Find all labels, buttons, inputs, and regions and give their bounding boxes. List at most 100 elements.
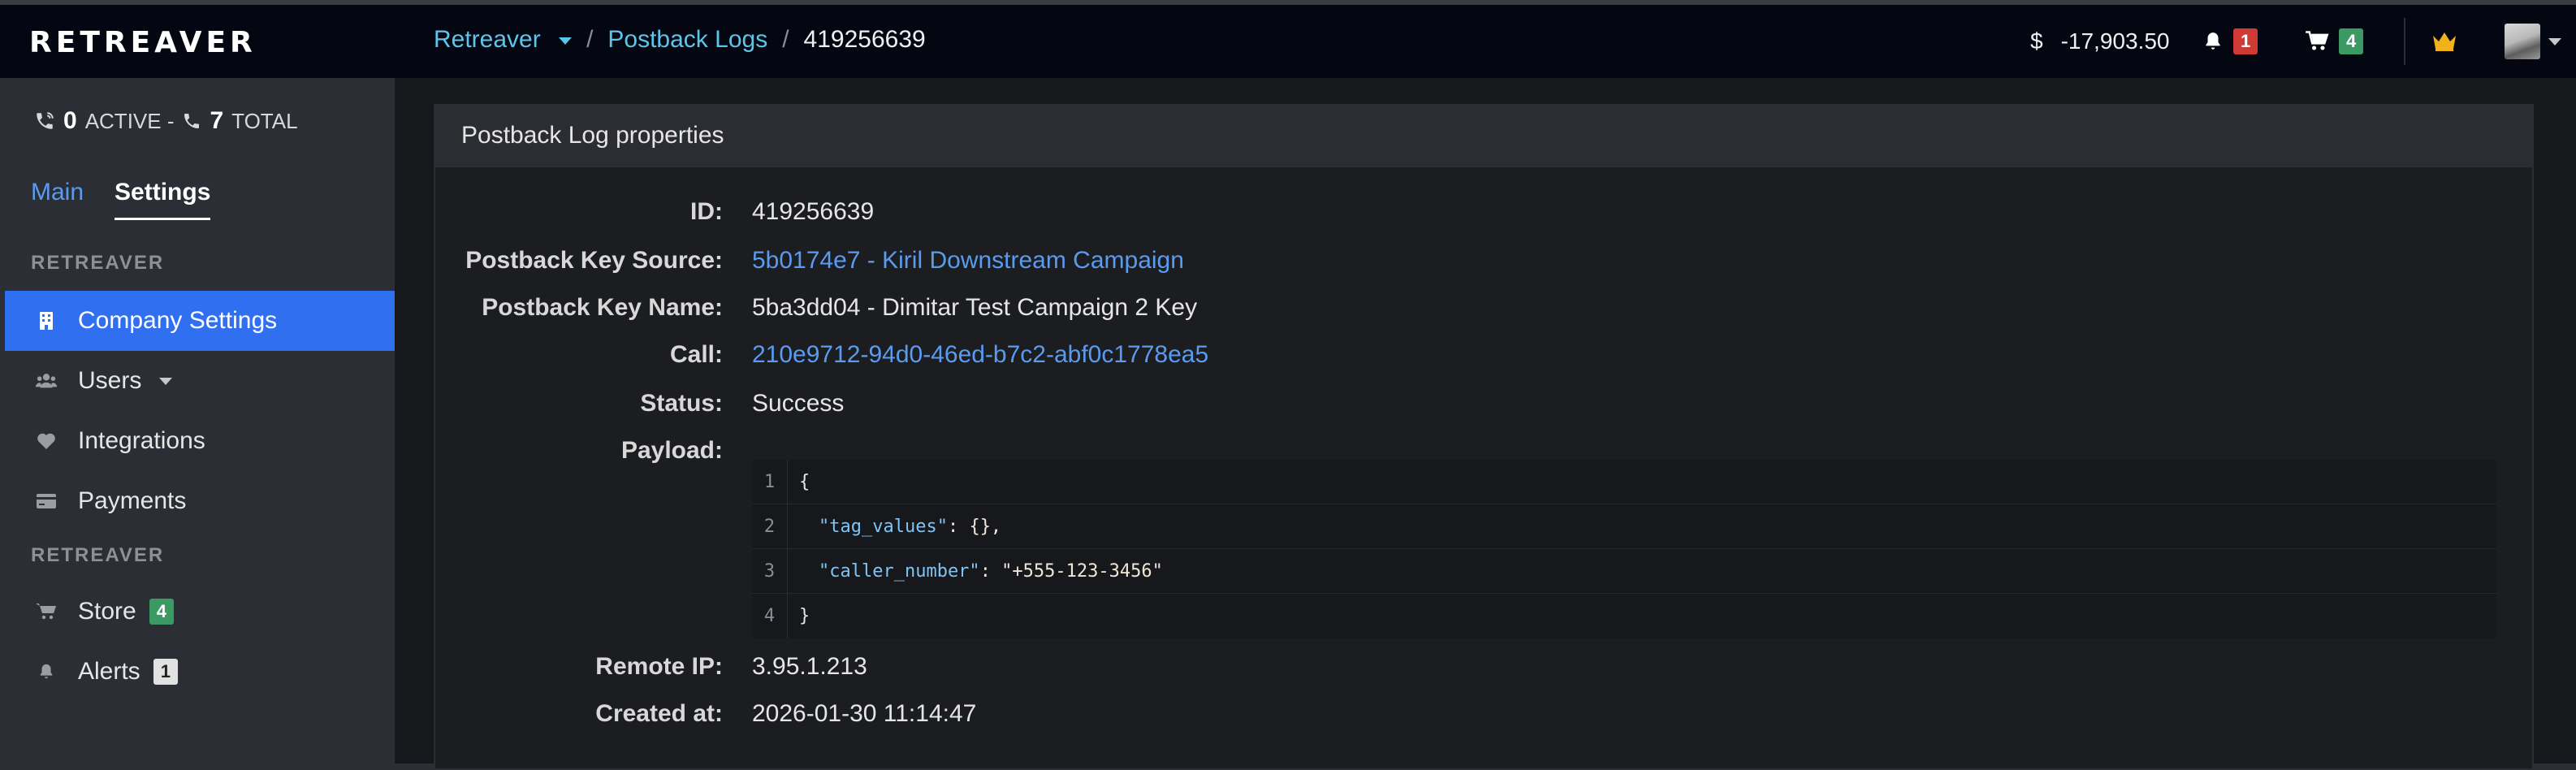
sidebar-item-label: Alerts [78, 658, 140, 685]
payload-code-block[interactable]: 1 { 2 "tag_values": {}, 3 "caller_number… [752, 460, 2496, 638]
code-line: 2 "tag_values": {}, [752, 504, 2496, 549]
navbar-divider [2404, 18, 2405, 65]
postback-log-panel: Postback Log properties ID: 419256639 Po… [434, 104, 2534, 770]
property-value: 3.95.1.213 [752, 653, 867, 680]
breadcrumb-separator: / [586, 26, 594, 53]
chevron-down-icon [159, 377, 173, 385]
code-text: "tag_values": {}, [788, 517, 1001, 537]
account-balance[interactable]: $ -17,903.50 [2030, 5, 2169, 78]
code-line: 4 } [752, 594, 2496, 638]
property-key-source: Postback Key Source: 5b0174e7 - Kiril Do… [435, 247, 1184, 275]
line-number: 4 [752, 594, 788, 638]
sidebar-tabs: Main Settings [31, 179, 211, 220]
breadcrumb-retreaver-label: Retreaver [434, 26, 541, 53]
property-label: ID: [690, 198, 723, 225]
property-value: 2026-01-30 11:14:47 [752, 700, 977, 727]
building-icon [36, 310, 57, 331]
sidebar-item-alerts[interactable]: Alerts 1 [5, 642, 395, 702]
notifications-badge: 1 [2233, 28, 2258, 54]
bell-icon [36, 661, 57, 682]
total-calls-count: 7 [210, 107, 224, 134]
property-id: ID: 419256639 [435, 198, 874, 226]
retreaver-logo[interactable]: RETREAVER [29, 26, 257, 59]
active-calls-count: 0 [63, 107, 77, 134]
section-label-retreaver: RETREAVER [31, 252, 165, 274]
call-link[interactable]: 210e9712-94d0-46ed-b7c2-abf0c1778ea5 [752, 341, 1208, 369]
property-status: Status: Success [435, 390, 844, 417]
sidebar-item-label: Company Settings [78, 307, 278, 334]
balance-value: -17,903.50 [2060, 28, 2170, 54]
call-counter: 0 ACTIVE - 7 TOTAL [34, 107, 298, 135]
bell-icon [2206, 32, 2220, 50]
json-key: "caller_number" [819, 560, 980, 582]
avatar [2505, 24, 2540, 59]
sidebar-item-label: Users [78, 367, 142, 394]
sidebar-item-store[interactable]: Store 4 [5, 582, 395, 642]
status-value: Success [752, 390, 845, 417]
property-key-name: Postback Key Name: 5ba3dd04 - Dimitar Te… [435, 294, 1197, 322]
upgrade-button[interactable] [2431, 5, 2457, 78]
sidebar: 0 ACTIVE - 7 TOTAL Main Settings RETREAV… [5, 78, 395, 764]
property-payload: Payload: [435, 437, 723, 465]
cart-icon [36, 601, 57, 622]
sidebar-item-label: Integrations [78, 427, 205, 454]
property-value: 5ba3dd04 - Dimitar Test Campaign 2 Key [752, 294, 1198, 321]
property-label: Payload: [620, 437, 723, 464]
sidebar-item-company-settings[interactable]: Company Settings [5, 291, 395, 351]
notifications-button[interactable]: 1 [2202, 5, 2258, 78]
property-created-at: Created at: 2026-01-30 11:14:47 [435, 700, 976, 728]
users-icon [36, 370, 57, 391]
key-source-link[interactable]: 5b0174e7 - Kiril Downstream Campaign [752, 247, 1184, 275]
code-text: "caller_number": "+555-123-3456" [788, 561, 1163, 582]
property-remote-ip: Remote IP: 3.95.1.213 [435, 653, 867, 681]
phone-icon [184, 114, 200, 128]
code-line: 1 { [752, 460, 2496, 504]
property-label: Status: [640, 390, 723, 417]
property-call: Call: 210e9712-94d0-46ed-b7c2-abf0c1778e… [435, 341, 1208, 369]
line-number: 2 [752, 504, 788, 548]
property-label: Postback Key Source: [465, 247, 723, 274]
code-line: 3 "caller_number": "+555-123-3456" [752, 549, 2496, 594]
code-text: { [799, 471, 810, 492]
property-label: Created at: [595, 700, 723, 727]
chevron-down-icon [559, 37, 573, 45]
user-menu[interactable] [2505, 5, 2561, 78]
tab-settings[interactable]: Settings [115, 179, 211, 220]
dollar-icon: $ [2030, 28, 2043, 54]
cart-badge: 4 [2339, 28, 2364, 54]
active-calls-label: ACTIVE - [84, 108, 175, 133]
total-calls-label: TOTAL [231, 108, 298, 133]
alerts-badge: 1 [153, 659, 178, 685]
top-navbar: RETREAVER Retreaver / Postback Logs / 41… [0, 5, 2576, 78]
crown-icon [2433, 32, 2456, 51]
sidebar-item-label: Store [78, 598, 136, 625]
property-label: Call: [669, 341, 723, 368]
json-key: "tag_values" [819, 516, 948, 537]
sidebar-item-integrations[interactable]: Integrations [5, 411, 395, 471]
cart-button[interactable]: 4 [2305, 5, 2364, 78]
sidebar-item-label: Payments [78, 487, 187, 514]
credit-card-icon [36, 491, 57, 512]
breadcrumb-current: 419256639 [803, 26, 926, 53]
sidebar-item-users[interactable]: Users [5, 351, 395, 411]
breadcrumb-retreaver[interactable]: Retreaver [434, 26, 573, 54]
breadcrumb-postback-logs[interactable]: Postback Logs [607, 26, 767, 54]
section-label-retreaver: RETREAVER [31, 544, 165, 566]
json-value: : {}, [947, 516, 1002, 537]
phone-active-icon [37, 112, 54, 129]
json-value: : "+555-123-3456" [979, 560, 1163, 582]
cart-icon [2306, 31, 2329, 50]
breadcrumb: Retreaver / Postback Logs / 419256639 [434, 26, 926, 54]
heart-icon [36, 430, 57, 452]
sidebar-item-payments[interactable]: Payments [5, 471, 395, 531]
property-label: Remote IP: [595, 653, 723, 680]
main-content: Postback Log properties ID: 419256639 Po… [395, 78, 2576, 770]
line-number: 1 [752, 460, 788, 504]
code-text: } [799, 606, 810, 626]
breadcrumb-separator: / [782, 26, 789, 53]
chevron-down-icon [2548, 37, 2561, 45]
property-label: Postback Key Name: [482, 294, 723, 321]
line-number: 3 [752, 549, 788, 593]
store-badge: 4 [149, 599, 174, 625]
tab-main[interactable]: Main [31, 179, 84, 220]
